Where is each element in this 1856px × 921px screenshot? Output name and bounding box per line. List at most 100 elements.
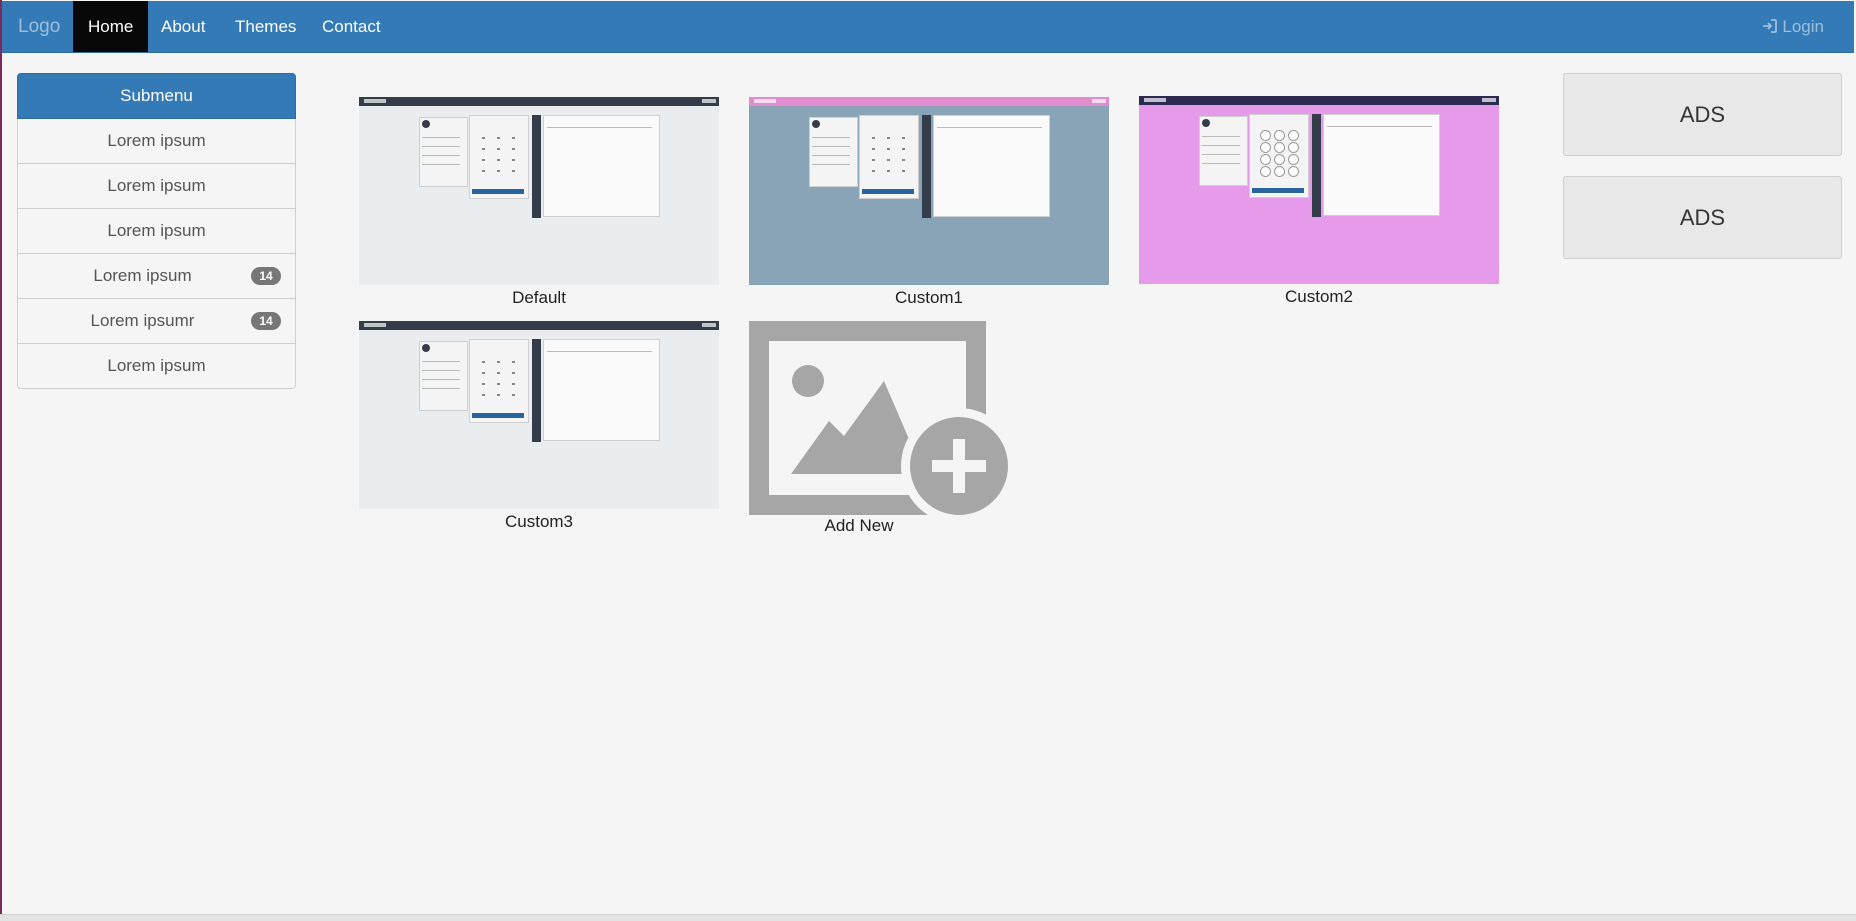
sidebar-item[interactable]: Lorem ipsum: [17, 164, 296, 209]
submenu-header[interactable]: Submenu: [17, 73, 296, 119]
preview-topbar-logo: [754, 99, 776, 103]
preview-key: [512, 361, 515, 363]
preview-avatar: [422, 344, 430, 352]
preview-avatar: [422, 120, 430, 128]
preview-key: [872, 170, 875, 172]
preview-key: [902, 159, 905, 161]
nav-contact[interactable]: Contact: [307, 1, 396, 52]
preview-line: [937, 127, 1042, 128]
sidebar-item[interactable]: Lorem ipsumr 14: [17, 299, 296, 344]
ad-slot[interactable]: ADS: [1563, 176, 1842, 259]
preview-line: [422, 370, 460, 371]
nav-about[interactable]: About: [146, 1, 220, 52]
preview-line: [422, 137, 460, 138]
theme-card-custom1[interactable]: Custom1: [749, 97, 1109, 308]
preview-key: [482, 394, 485, 396]
preview-topbar: [1139, 96, 1499, 105]
preview-history-panel: [543, 115, 660, 217]
preview-line: [422, 155, 460, 156]
theme-card-default[interactable]: Default: [359, 97, 719, 308]
preview-key: [512, 372, 515, 374]
theme-preview[interactable]: [1139, 96, 1499, 284]
preview-call-button: [1252, 188, 1304, 193]
preview-sidebar: [1312, 114, 1321, 217]
preview-call-button: [472, 189, 524, 194]
preview-key: [482, 361, 485, 363]
preview-key: [887, 170, 890, 172]
preview-key: [497, 394, 500, 396]
preview-key: [1274, 154, 1285, 165]
preview-line: [1202, 136, 1240, 137]
preview-call-button: [472, 413, 524, 418]
preview-key: [512, 159, 515, 161]
preview-key: [902, 148, 905, 150]
preview-key: [512, 394, 515, 396]
sign-in-icon: [1762, 17, 1782, 36]
brand-logo[interactable]: Logo: [18, 1, 60, 52]
preview-key: [1274, 142, 1285, 153]
preview-key: [497, 148, 500, 150]
preview-key: [1274, 166, 1285, 177]
theme-preview[interactable]: [359, 321, 719, 509]
preview-topbar-logo: [1144, 98, 1166, 102]
preview-key: [1288, 130, 1299, 141]
sidebar-item-label: Lorem ipsum: [107, 176, 206, 195]
nav-home[interactable]: Home: [73, 1, 149, 52]
theme-name: Custom1: [894, 288, 964, 307]
login-link[interactable]: Login: [1762, 1, 1824, 52]
preview-key: [1260, 142, 1271, 153]
sidebar-item[interactable]: Lorem ipsum: [17, 119, 296, 164]
sidebar-item-label: Lorem ipsum: [107, 221, 206, 240]
sidebar-item[interactable]: Lorem ipsum: [17, 209, 296, 254]
preview-topbar-logo: [364, 323, 386, 327]
ad-slot[interactable]: ADS: [1563, 73, 1842, 156]
theme-card-custom3[interactable]: Custom3: [359, 321, 719, 532]
add-new-theme[interactable]: Add New: [749, 321, 1017, 541]
preview-topbar: [359, 97, 719, 106]
preview-key: [482, 383, 485, 385]
theme-card-custom2[interactable]: Custom2: [1139, 96, 1499, 307]
preview-topbar-user: [1482, 98, 1496, 102]
preview-key: [512, 170, 515, 172]
nav-themes[interactable]: Themes: [220, 1, 311, 52]
preview-key: [497, 159, 500, 161]
preview-line: [547, 127, 652, 128]
preview-key: [1260, 130, 1271, 141]
preview-avatar: [812, 120, 820, 128]
preview-key: [482, 159, 485, 161]
preview-key: [902, 137, 905, 139]
preview-avatar: [1202, 119, 1210, 127]
preview-key: [887, 137, 890, 139]
preview-key: [872, 159, 875, 161]
sidebar-item[interactable]: Lorem ipsum 14: [17, 254, 296, 299]
preview-dialpad: [859, 115, 919, 199]
preview-line: [422, 388, 460, 389]
preview-key: [1288, 142, 1299, 153]
preview-key: [1274, 130, 1285, 141]
add-new-label: Add New: [824, 516, 894, 535]
preview-key: [497, 383, 500, 385]
preview-call-button: [862, 189, 914, 194]
sidebar-item[interactable]: Lorem ipsum: [17, 344, 296, 389]
preview-key: [1288, 166, 1299, 177]
theme-preview[interactable]: [359, 97, 719, 285]
preview-key: [887, 159, 890, 161]
login-label: Login: [1782, 17, 1824, 36]
theme-name: Default: [512, 288, 566, 307]
preview-key: [1260, 166, 1271, 177]
preview-topbar-user: [702, 323, 716, 327]
window-edge: [0, 0, 2, 920]
preview-topbar-logo: [364, 99, 386, 103]
preview-topbar: [359, 321, 719, 330]
theme-preview[interactable]: [749, 97, 1109, 285]
preview-history-panel: [933, 115, 1050, 217]
preview-line: [422, 379, 460, 380]
preview-sidebar: [922, 115, 931, 218]
preview-line: [1202, 154, 1240, 155]
preview-line: [1327, 126, 1432, 127]
top-navbar: Logo Home About Themes Contact Login: [2, 1, 1854, 53]
preview-key: [482, 137, 485, 139]
preview-line: [812, 155, 850, 156]
theme-name: Custom2: [1284, 287, 1354, 306]
preview-topbar-user: [1092, 99, 1106, 103]
